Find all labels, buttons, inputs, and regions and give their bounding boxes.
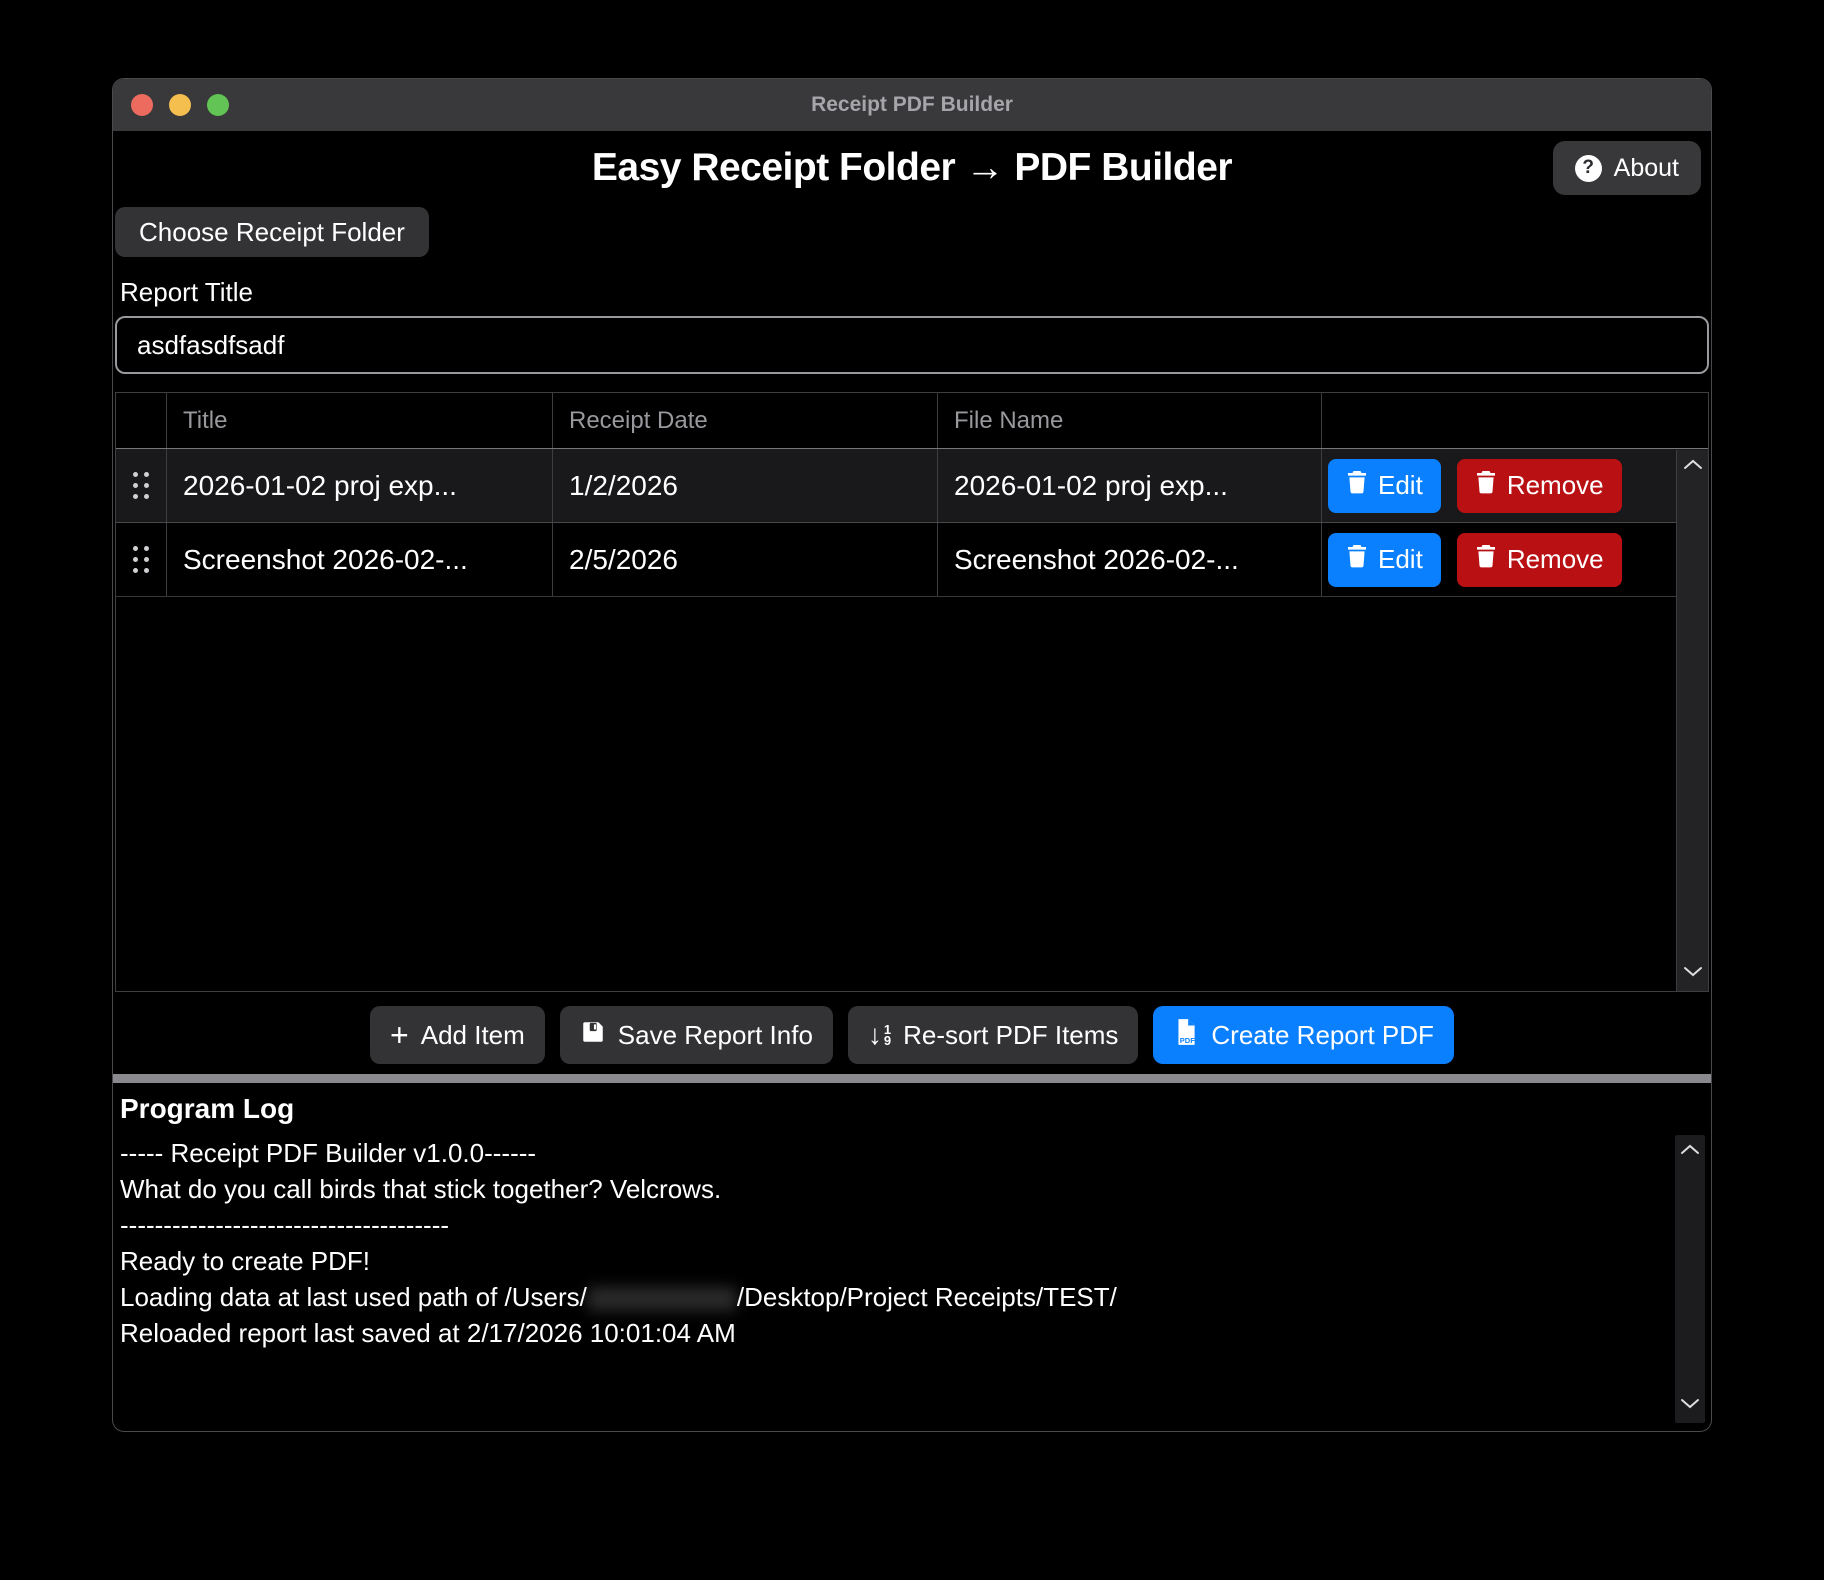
log-line: Ready to create PDF! [120, 1243, 1667, 1279]
row-title-cell: 2026-01-02 proj exp... [167, 449, 553, 522]
row-actions-cell: Edit Remove [1322, 523, 1678, 596]
traffic-lights [131, 79, 229, 131]
column-header-actions [1322, 393, 1678, 448]
log-line-path: Loading data at last used path of /Users… [120, 1279, 1667, 1315]
log-scrollbar[interactable] [1675, 1135, 1705, 1423]
drag-dots-icon [133, 546, 149, 573]
column-header-file-name: File Name [938, 393, 1322, 448]
about-button-label: About [1614, 154, 1679, 183]
table-body: 2026-01-02 proj exp... 1/2/2026 2026-01-… [116, 449, 1708, 597]
create-report-pdf-label: Create Report PDF [1211, 1020, 1434, 1051]
save-icon [580, 1019, 606, 1052]
log-scroll-up-icon[interactable] [1678, 1143, 1702, 1161]
row-file-cell: Screenshot 2026-02-... [938, 523, 1322, 596]
row-date-cell: 1/2/2026 [553, 449, 938, 522]
program-log-pane: Program Log ----- Receipt PDF Builder v1… [113, 1083, 1711, 1431]
zoom-button[interactable] [207, 94, 229, 116]
trash-icon [1475, 544, 1497, 575]
add-item-label: Add Item [421, 1020, 525, 1051]
log-line: -------------------------------------- [120, 1207, 1667, 1243]
table-row: Screenshot 2026-02-... 2/5/2026 Screensh… [116, 523, 1708, 597]
question-icon: ? [1575, 155, 1602, 182]
table-scrollbar[interactable] [1676, 450, 1708, 991]
remove-button[interactable]: Remove [1457, 459, 1622, 513]
log-line: What do you call birds that stick togeth… [120, 1171, 1667, 1207]
create-report-pdf-button[interactable]: PDF Create Report PDF [1153, 1006, 1454, 1064]
table-header-row: Title Receipt Date File Name [116, 393, 1708, 449]
drag-handle-column-header [116, 393, 167, 448]
trash-icon [1475, 470, 1497, 501]
choose-receipt-folder-button[interactable]: Choose Receipt Folder [115, 207, 429, 257]
report-title-input[interactable] [115, 316, 1709, 374]
toolbar: + Add Item Save Report Info ↓ 19 Re-sort… [113, 1006, 1711, 1064]
add-item-button[interactable]: + Add Item [370, 1006, 545, 1064]
resort-pdf-items-button[interactable]: ↓ 19 Re-sort PDF Items [848, 1006, 1138, 1064]
close-button[interactable] [131, 94, 153, 116]
edit-button[interactable]: Edit [1328, 459, 1441, 513]
save-report-info-button[interactable]: Save Report Info [560, 1006, 833, 1064]
plus-icon: + [390, 1019, 409, 1051]
column-header-title: Title [167, 393, 553, 448]
log-path-suffix: /Desktop/Project Receipts/TEST/ [737, 1282, 1117, 1312]
window-title: Receipt PDF Builder [811, 93, 1013, 117]
pane-splitter[interactable] [113, 1074, 1711, 1083]
save-report-info-label: Save Report Info [618, 1020, 813, 1051]
log-lines: ----- Receipt PDF Builder v1.0.0------Wh… [120, 1135, 1667, 1279]
sort-numeric-down-icon: ↓ 19 [868, 1021, 891, 1049]
remove-button[interactable]: Remove [1457, 533, 1622, 587]
pdf-file-icon: PDF [1173, 1018, 1199, 1053]
scroll-up-icon[interactable] [1681, 458, 1705, 476]
redacted-username [587, 1287, 737, 1311]
svg-text:PDF: PDF [1180, 1036, 1195, 1045]
edit-button[interactable]: Edit [1328, 533, 1441, 587]
row-drag-handle[interactable] [116, 449, 167, 522]
page-title: Easy Receipt Folder → PDF Builder [113, 139, 1711, 197]
row-actions-cell: Edit Remove [1322, 449, 1678, 522]
log-line: ----- Receipt PDF Builder v1.0.0------ [120, 1135, 1667, 1171]
log-path-prefix: Loading data at last used path of /Users… [120, 1282, 587, 1312]
receipt-table: Title Receipt Date File Name 2026-01-02 … [115, 392, 1709, 992]
log-scroll-down-icon[interactable] [1678, 1397, 1702, 1415]
row-date-cell: 2/5/2026 [553, 523, 938, 596]
column-header-receipt-date: Receipt Date [553, 393, 938, 448]
row-title-cell: Screenshot 2026-02-... [167, 523, 553, 596]
drag-dots-icon [133, 472, 149, 499]
report-title-label: Report Title [120, 277, 1711, 308]
app-window: Receipt PDF Builder Easy Receipt Folder … [112, 78, 1712, 1432]
table-row: 2026-01-02 proj exp... 1/2/2026 2026-01-… [116, 449, 1708, 523]
titlebar: Receipt PDF Builder [113, 79, 1711, 131]
about-button[interactable]: ? About [1553, 141, 1701, 195]
scroll-down-icon[interactable] [1681, 965, 1705, 983]
minimize-button[interactable] [169, 94, 191, 116]
header-row: Easy Receipt Folder → PDF Builder ? Abou… [113, 139, 1711, 197]
trash-icon [1346, 544, 1368, 575]
trash-icon [1346, 470, 1368, 501]
log-line-last: Reloaded report last saved at 2/17/2026 … [120, 1315, 1667, 1351]
row-file-cell: 2026-01-02 proj exp... [938, 449, 1322, 522]
resort-pdf-items-label: Re-sort PDF Items [903, 1020, 1118, 1051]
program-log-heading: Program Log [120, 1093, 1667, 1125]
row-drag-handle[interactable] [116, 523, 167, 596]
